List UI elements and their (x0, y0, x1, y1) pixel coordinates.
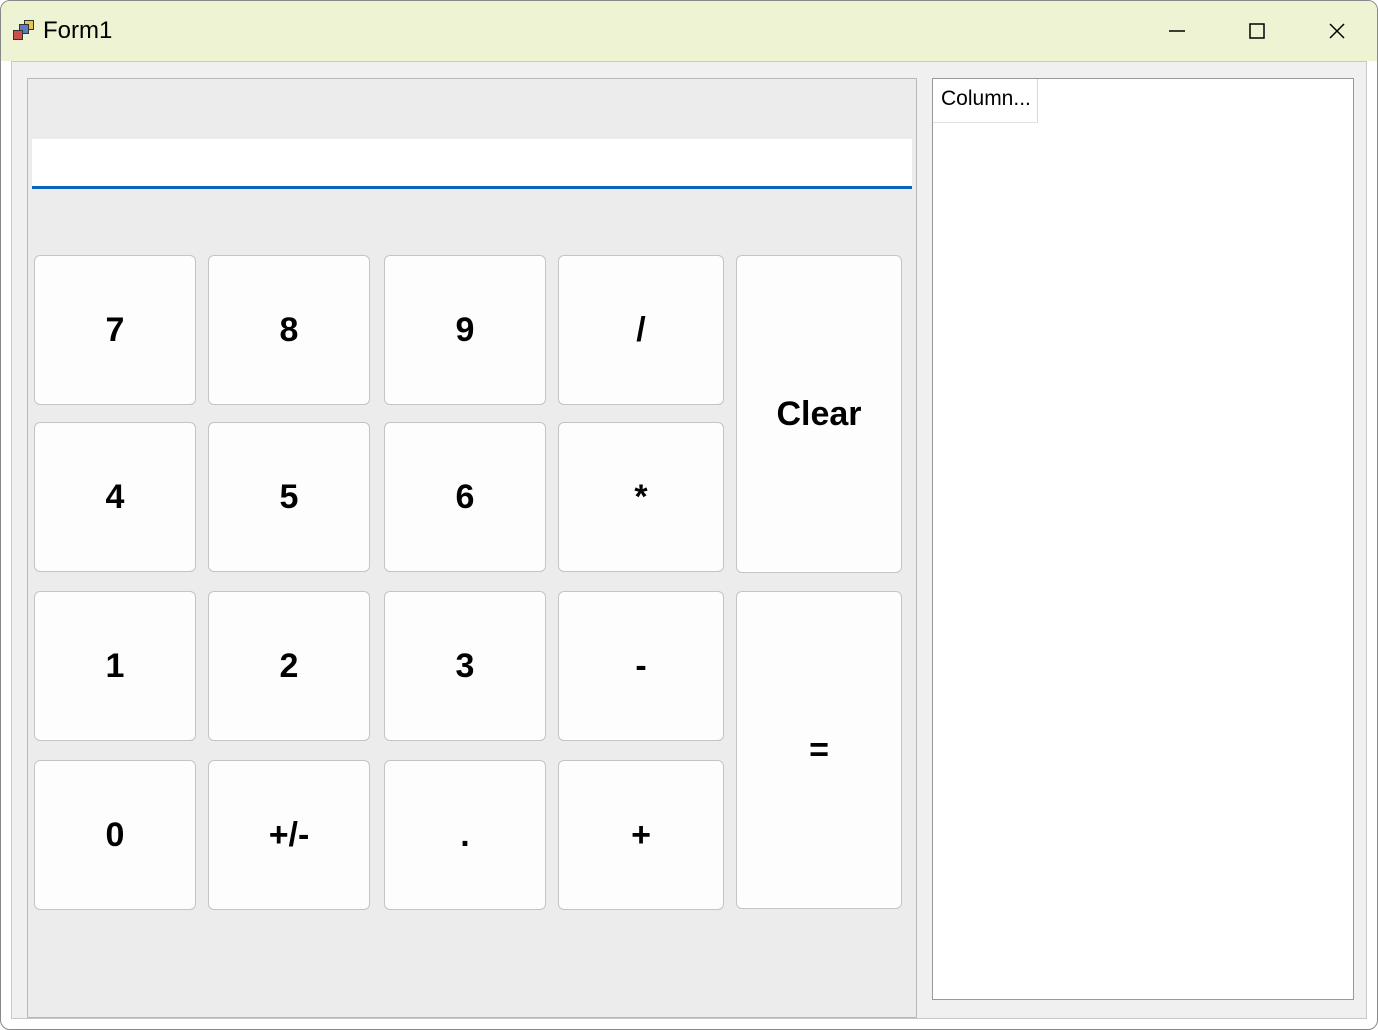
client-area: 7 8 9 / 4 5 6 * Clear 1 2 3 - 0 +/- . + … (11, 61, 1367, 1019)
minimize-icon (1167, 21, 1187, 41)
history-header: Column... (933, 79, 1353, 123)
key-2[interactable]: 2 (208, 591, 370, 741)
close-icon (1327, 21, 1347, 41)
app-icon (13, 20, 35, 42)
key-8[interactable]: 8 (208, 255, 370, 405)
calculator-panel: 7 8 9 / 4 5 6 * Clear 1 2 3 - 0 +/- . + … (27, 78, 917, 1018)
key-multiply[interactable]: * (558, 422, 724, 572)
minimize-button[interactable] (1137, 1, 1217, 61)
maximize-button[interactable] (1217, 1, 1297, 61)
key-clear[interactable]: Clear (736, 255, 902, 573)
display-area (28, 79, 916, 249)
key-9[interactable]: 9 (384, 255, 546, 405)
history-panel[interactable]: Column... (932, 78, 1354, 1000)
display-input[interactable] (32, 139, 912, 189)
history-column-header[interactable]: Column... (933, 79, 1038, 123)
window-title: Form1 (43, 17, 112, 45)
key-7[interactable]: 7 (34, 255, 196, 405)
close-button[interactable] (1297, 1, 1377, 61)
key-1[interactable]: 1 (34, 591, 196, 741)
app-window: Form1 7 8 9 / 4 5 6 (0, 0, 1378, 1030)
key-3[interactable]: 3 (384, 591, 546, 741)
titlebar[interactable]: Form1 (1, 1, 1377, 61)
maximize-icon (1247, 21, 1267, 41)
key-sign[interactable]: +/- (208, 760, 370, 910)
key-equals[interactable]: = (736, 591, 902, 909)
key-subtract[interactable]: - (558, 591, 724, 741)
key-6[interactable]: 6 (384, 422, 546, 572)
keypad: 7 8 9 / 4 5 6 * Clear 1 2 3 - 0 +/- . + … (28, 255, 916, 1017)
window-controls (1137, 1, 1377, 61)
key-0[interactable]: 0 (34, 760, 196, 910)
key-divide[interactable]: / (558, 255, 724, 405)
key-add[interactable]: + (558, 760, 724, 910)
key-decimal[interactable]: . (384, 760, 546, 910)
key-5[interactable]: 5 (208, 422, 370, 572)
key-4[interactable]: 4 (34, 422, 196, 572)
